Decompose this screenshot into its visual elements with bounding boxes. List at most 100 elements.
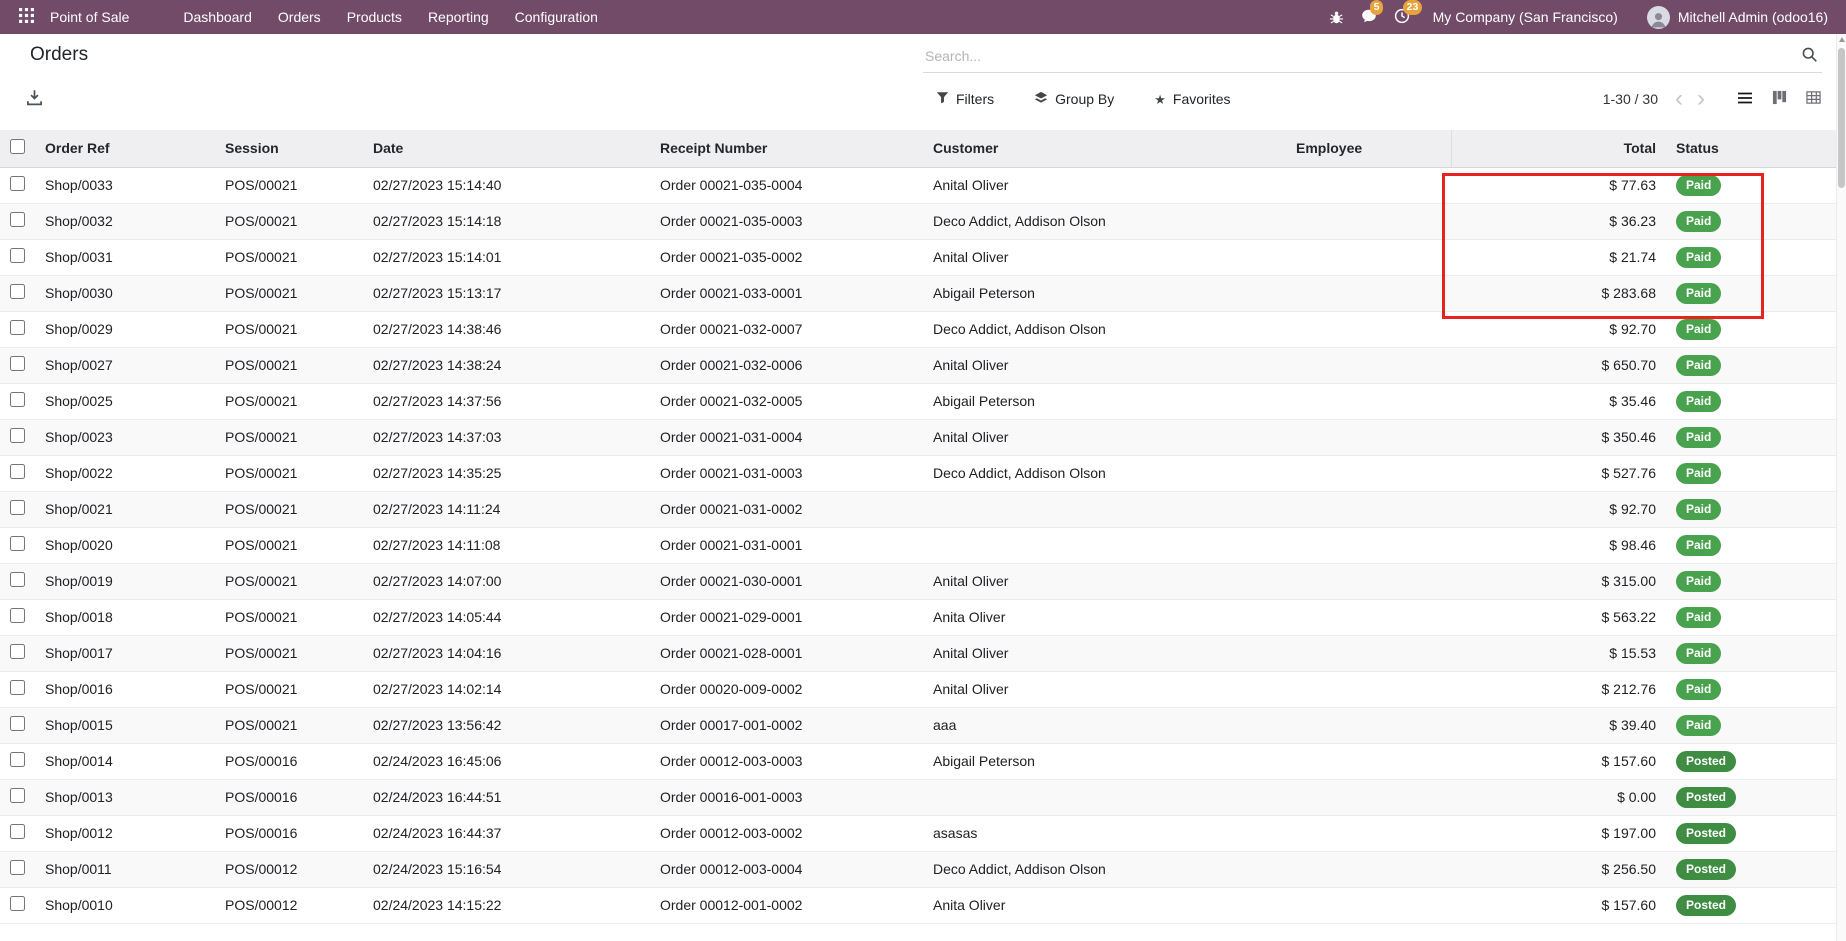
- row-checkbox[interactable]: [10, 320, 25, 335]
- row-checkbox[interactable]: [10, 608, 25, 623]
- table-row[interactable]: Shop/0018 POS/00021 02/27/2023 14:05:44 …: [0, 599, 1836, 635]
- status-badge: Paid: [1676, 283, 1721, 304]
- group-by-button[interactable]: Group By: [1028, 90, 1120, 109]
- order-ref-cell: Shop/0015: [35, 707, 215, 743]
- order-ref-cell: Shop/0012: [35, 815, 215, 851]
- app-window: Point of Sale Dashboard Orders Products …: [0, 0, 1846, 941]
- table-row[interactable]: Shop/0012 POS/00016 02/24/2023 16:44:37 …: [0, 815, 1836, 851]
- table-row[interactable]: Shop/0014 POS/00016 02/24/2023 16:45:06 …: [0, 743, 1836, 779]
- column-header-employee[interactable]: Employee: [1286, 130, 1451, 167]
- column-header-date[interactable]: Date: [363, 130, 650, 167]
- search-input[interactable]: [923, 48, 1797, 64]
- row-checkbox[interactable]: [10, 536, 25, 551]
- table-row[interactable]: Shop/0015 POS/00021 02/27/2023 13:56:42 …: [0, 707, 1836, 743]
- row-checkbox[interactable]: [10, 896, 25, 911]
- status-cell: Paid: [1666, 671, 1836, 707]
- row-checkbox[interactable]: [10, 788, 25, 803]
- apps-grid-icon: [19, 8, 34, 26]
- date-cell: 02/24/2023 16:44:37: [363, 815, 650, 851]
- receipt-number-cell: Order 00021-032-0006: [650, 347, 923, 383]
- column-header-receipt-number[interactable]: Receipt Number: [650, 130, 923, 167]
- row-checkbox[interactable]: [10, 716, 25, 731]
- row-checkbox[interactable]: [10, 824, 25, 839]
- date-cell: 02/27/2023 14:37:56: [363, 383, 650, 419]
- table-row[interactable]: Shop/0030 POS/00021 02/27/2023 15:13:17 …: [0, 275, 1836, 311]
- row-checkbox[interactable]: [10, 392, 25, 407]
- row-checkbox[interactable]: [10, 464, 25, 479]
- table-row[interactable]: Shop/0016 POS/00021 02/27/2023 14:02:14 …: [0, 671, 1836, 707]
- row-checkbox[interactable]: [10, 284, 25, 299]
- row-checkbox[interactable]: [10, 860, 25, 875]
- table-row[interactable]: Shop/0020 POS/00021 02/27/2023 14:11:08 …: [0, 527, 1836, 563]
- row-checkbox[interactable]: [10, 500, 25, 515]
- debug-bug-icon[interactable]: [1329, 10, 1344, 25]
- total-cell: $ 527.76: [1451, 455, 1666, 491]
- table-row[interactable]: Shop/0011 POS/00012 02/24/2023 15:16:54 …: [0, 851, 1836, 887]
- table-row[interactable]: Shop/0033 POS/00021 02/27/2023 15:14:40 …: [0, 167, 1836, 203]
- table-row[interactable]: Shop/0013 POS/00016 02/24/2023 16:44:51 …: [0, 779, 1836, 815]
- messages-button[interactable]: 5: [1361, 8, 1377, 27]
- pager-previous-button[interactable]: ‹: [1668, 89, 1690, 108]
- status-badge: Paid: [1676, 643, 1721, 664]
- scrollbar-up-arrow[interactable]: [1839, 37, 1845, 42]
- menu-orders[interactable]: Orders: [265, 1, 334, 33]
- row-checkbox[interactable]: [10, 356, 25, 371]
- favorites-button[interactable]: ★ Favorites: [1148, 90, 1236, 108]
- table-row[interactable]: Shop/0025 POS/00021 02/27/2023 14:37:56 …: [0, 383, 1836, 419]
- pager-next-button[interactable]: ›: [1690, 89, 1712, 108]
- select-all-checkbox[interactable]: [10, 139, 25, 154]
- list-view-button[interactable]: [1728, 84, 1762, 114]
- filters-button[interactable]: Filters: [930, 90, 1000, 108]
- row-checkbox[interactable]: [10, 248, 25, 263]
- table-row[interactable]: Shop/0010 POS/00012 02/24/2023 14:15:22 …: [0, 887, 1836, 923]
- table-row[interactable]: Shop/0017 POS/00021 02/27/2023 14:04:16 …: [0, 635, 1836, 671]
- menu-dashboard[interactable]: Dashboard: [170, 1, 265, 33]
- pivot-view-button[interactable]: [1796, 84, 1830, 114]
- status-badge: Paid: [1676, 211, 1721, 232]
- employee-cell: [1286, 599, 1451, 635]
- total-cell: $ 98.46: [1451, 527, 1666, 563]
- table-row[interactable]: Shop/0027 POS/00021 02/27/2023 14:38:24 …: [0, 347, 1836, 383]
- row-checkbox[interactable]: [10, 212, 25, 227]
- row-checkbox[interactable]: [10, 572, 25, 587]
- session-cell: POS/00016: [215, 779, 363, 815]
- table-row[interactable]: Shop/0019 POS/00021 02/27/2023 14:07:00 …: [0, 563, 1836, 599]
- column-header-session[interactable]: Session: [215, 130, 363, 167]
- row-checkbox[interactable]: [10, 644, 25, 659]
- customer-cell: Anital Oliver: [923, 563, 1286, 599]
- status-cell: Paid: [1666, 203, 1836, 239]
- menu-products[interactable]: Products: [334, 1, 415, 33]
- pager-range[interactable]: 1-30 / 30: [1603, 91, 1658, 107]
- table-row[interactable]: Shop/0023 POS/00021 02/27/2023 14:37:03 …: [0, 419, 1836, 455]
- apps-menu-button[interactable]: [12, 3, 40, 31]
- current-app-name[interactable]: Point of Sale: [50, 1, 142, 33]
- menu-reporting[interactable]: Reporting: [415, 1, 502, 33]
- order-ref-cell: Shop/0030: [35, 275, 215, 311]
- vertical-scrollbar[interactable]: [1836, 34, 1846, 941]
- table-row[interactable]: Shop/0021 POS/00021 02/27/2023 14:11:24 …: [0, 491, 1836, 527]
- column-header-customer[interactable]: Customer: [923, 130, 1286, 167]
- row-checkbox[interactable]: [10, 680, 25, 695]
- scrollbar-thumb[interactable]: [1838, 48, 1845, 188]
- row-checkbox[interactable]: [10, 176, 25, 191]
- search-button[interactable]: [1797, 46, 1822, 66]
- table-row[interactable]: Shop/0022 POS/00021 02/27/2023 14:35:25 …: [0, 455, 1836, 491]
- table-row[interactable]: Shop/0029 POS/00021 02/27/2023 14:38:46 …: [0, 311, 1836, 347]
- row-checkbox[interactable]: [10, 752, 25, 767]
- date-cell: 02/27/2023 14:38:46: [363, 311, 650, 347]
- table-row[interactable]: Shop/0031 POS/00021 02/27/2023 15:14:01 …: [0, 239, 1836, 275]
- export-button[interactable]: [24, 87, 45, 111]
- column-header-status[interactable]: Status: [1666, 130, 1836, 167]
- row-checkbox[interactable]: [10, 428, 25, 443]
- status-badge: Paid: [1676, 535, 1721, 556]
- company-switcher[interactable]: My Company (San Francisco): [1427, 8, 1624, 26]
- menu-configuration[interactable]: Configuration: [502, 1, 611, 33]
- order-ref-cell: Shop/0011: [35, 851, 215, 887]
- kanban-view-button[interactable]: [1762, 84, 1796, 114]
- column-header-total[interactable]: Total: [1451, 130, 1666, 167]
- date-cell: 02/24/2023 15:16:54: [363, 851, 650, 887]
- user-menu[interactable]: Mitchell Admin (odoo16): [1641, 5, 1834, 30]
- activities-button[interactable]: 23: [1394, 8, 1410, 27]
- table-row[interactable]: Shop/0032 POS/00021 02/27/2023 15:14:18 …: [0, 203, 1836, 239]
- column-header-order-ref[interactable]: Order Ref: [35, 130, 215, 167]
